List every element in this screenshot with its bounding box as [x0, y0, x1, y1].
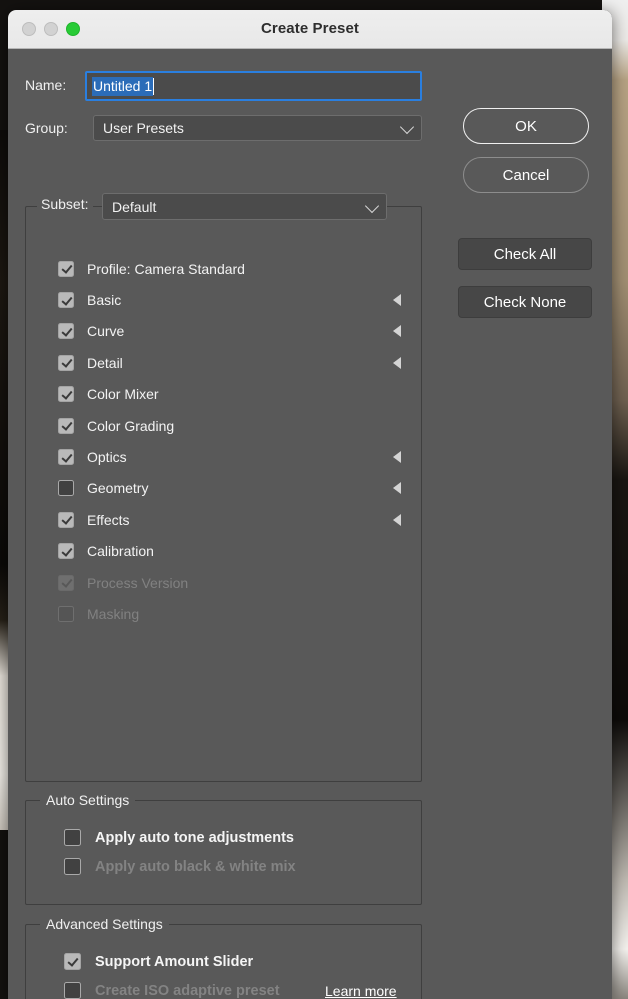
subset-item-label: Curve — [87, 323, 125, 340]
disclosure-triangle-icon[interactable] — [393, 482, 401, 495]
subset-item-label: Color Mixer — [87, 386, 159, 403]
subset-checkbox-list: Profile: Camera Standard Basic Curve Detail… — [26, 253, 421, 630]
subset-item-label: Masking — [87, 605, 140, 622]
text-caret — [153, 77, 155, 95]
subset-item[interactable]: Curve — [26, 316, 421, 347]
subset-item[interactable]: Detail — [26, 347, 421, 378]
checkbox-icon[interactable] — [58, 386, 74, 403]
checkbox-icon[interactable] — [58, 511, 74, 528]
advanced-settings-options: Support Amount Slider Create ISO adaptive… — [26, 947, 421, 999]
auto-settings-options: Apply auto tone adjustments Apply auto bl… — [26, 823, 421, 881]
subset-item[interactable]: Geometry — [26, 473, 421, 504]
auto-settings-title: Auto Settings — [40, 792, 136, 808]
subset-item-label: Basic — [87, 292, 122, 309]
subset-select-value: Default — [112, 198, 157, 215]
disclosure-triangle-icon[interactable] — [393, 325, 401, 338]
subset-item[interactable]: Color Grading — [26, 410, 421, 441]
preset-name-value: Untitled 1 — [92, 76, 154, 96]
disclosure-triangle-icon[interactable] — [393, 451, 401, 464]
checkbox-icon[interactable] — [64, 829, 81, 846]
subset-item: Process Version — [26, 567, 421, 598]
disclosure-triangle-icon[interactable] — [393, 513, 401, 526]
option-row: Create ISO adaptive preset Learn more — [26, 976, 421, 999]
option-label: Apply auto black & white mix — [95, 858, 296, 875]
checkbox-icon[interactable] — [58, 543, 74, 560]
disclosure-triangle-icon[interactable] — [393, 356, 401, 369]
subset-select[interactable]: Default — [102, 193, 387, 220]
checkbox-icon[interactable] — [58, 260, 74, 277]
subset-item-label: Detail — [87, 354, 123, 371]
checkbox-icon — [64, 858, 81, 875]
checkbox-icon[interactable] — [64, 953, 81, 970]
ok-button[interactable]: OK — [463, 108, 589, 144]
group-select[interactable]: User Presets — [93, 115, 422, 141]
subset-item-label: Color Grading — [87, 417, 175, 434]
checkbox-icon — [64, 982, 81, 999]
checkbox-icon[interactable] — [58, 323, 74, 340]
check-all-button[interactable]: Check All — [458, 238, 592, 270]
subset-item[interactable]: Calibration — [26, 536, 421, 567]
subset-label: Subset: — [37, 196, 94, 212]
subset-item[interactable]: Profile: Camera Standard — [26, 253, 421, 284]
checkbox-icon[interactable] — [58, 449, 74, 466]
create-preset-dialog: Create Preset Name: Untitled 1 Group: Us… — [8, 10, 612, 999]
check-none-button[interactable]: Check None — [458, 286, 592, 318]
group-select-value: User Presets — [103, 120, 184, 136]
option-label: Support Amount Slider — [95, 953, 254, 970]
group-label: Group: — [25, 120, 68, 136]
disclosure-triangle-icon[interactable] — [393, 294, 401, 307]
cancel-button-label: Cancel — [502, 166, 550, 184]
cancel-button[interactable]: Cancel — [463, 157, 589, 193]
checkbox-icon — [58, 574, 74, 591]
checkbox-icon[interactable] — [58, 354, 74, 371]
checkbox-icon[interactable] — [58, 292, 74, 309]
chevron-down-icon — [364, 198, 380, 213]
name-row: Name: Untitled 1 — [8, 71, 612, 103]
check-none-button-label: Check None — [483, 293, 567, 311]
advanced-settings-title: Advanced Settings — [40, 916, 169, 932]
subset-item-label: Profile: Camera Standard — [87, 260, 245, 277]
subset-item[interactable]: Effects — [26, 504, 421, 535]
option-label: Create ISO adaptive preset — [95, 982, 280, 999]
check-all-button-label: Check All — [493, 245, 557, 263]
preset-name-input[interactable]: Untitled 1 — [85, 71, 422, 101]
option-label: Apply auto tone adjustments — [95, 829, 294, 846]
option-row[interactable]: Apply auto tone adjustments — [26, 823, 421, 852]
learn-more-link[interactable]: Learn more — [325, 983, 397, 999]
auto-settings-groupbox: Auto Settings Apply auto tone adjustment… — [25, 792, 422, 905]
option-row: Apply auto black & white mix — [26, 852, 421, 881]
name-label: Name: — [25, 77, 67, 93]
subset-item[interactable]: Color Mixer — [26, 379, 421, 410]
dialog-body: Name: Untitled 1 Group: User Presets Sub… — [8, 49, 612, 999]
option-row[interactable]: Support Amount Slider — [26, 947, 421, 976]
subset-item: Masking — [26, 598, 421, 629]
dialog-titlebar[interactable]: Create Preset — [8, 10, 612, 49]
dialog-title: Create Preset — [260, 20, 360, 37]
checkbox-icon[interactable] — [58, 417, 74, 434]
checkbox-icon — [58, 605, 74, 622]
subset-groupbox: Subset: Default Profile: Camera Standard… — [25, 193, 422, 782]
chevron-down-icon — [399, 119, 415, 135]
subset-item-label: Geometry — [87, 480, 149, 497]
subset-item-label: Calibration — [87, 543, 154, 560]
subset-item[interactable]: Optics — [26, 441, 421, 472]
subset-item-label: Process Version — [87, 574, 189, 591]
checkbox-icon[interactable] — [58, 480, 74, 497]
ok-button-label: OK — [515, 117, 537, 135]
advanced-settings-groupbox: Advanced Settings Support Amount Slider C… — [25, 916, 422, 999]
subset-item-label: Optics — [87, 449, 127, 466]
subset-item-label: Effects — [87, 511, 130, 528]
subset-item[interactable]: Basic — [26, 284, 421, 315]
